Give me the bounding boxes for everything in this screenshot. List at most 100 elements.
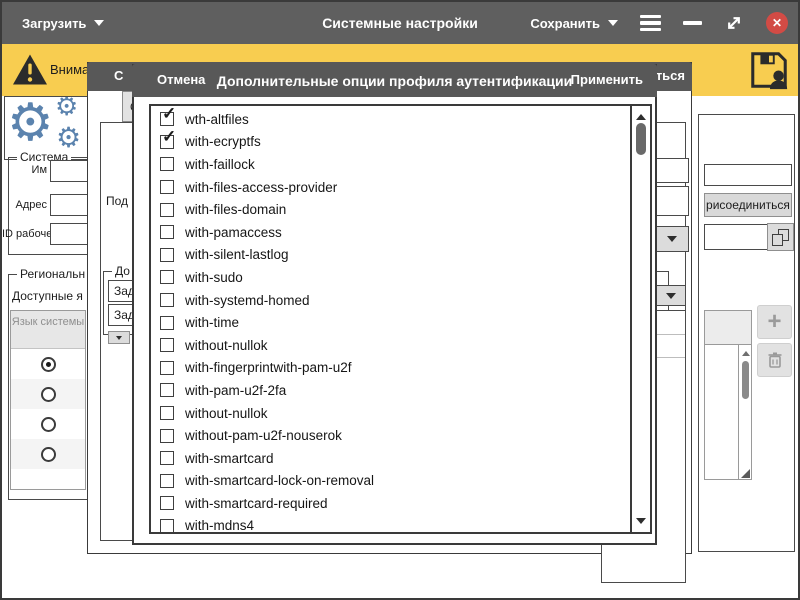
option-label: with-fingerprintwith-pam-u2f	[185, 360, 352, 375]
chevron-down-icon	[667, 236, 677, 242]
checkbox[interactable]	[160, 474, 174, 488]
language-table-header: Язык системы	[11, 311, 85, 349]
auth-options-modal-header: Отмена Дополнительные опции профиля ауте…	[132, 64, 657, 97]
option-label: wth-altfiles	[185, 112, 249, 127]
checkbox[interactable]	[160, 248, 174, 262]
available-languages-label: Доступные я	[12, 289, 83, 303]
option-row[interactable]: with-smartcard-required	[151, 492, 629, 515]
checkbox[interactable]	[160, 112, 174, 126]
checkbox[interactable]	[160, 316, 174, 330]
option-row[interactable]: with-files-domain	[151, 198, 629, 221]
option-label: with-faillock	[185, 157, 255, 172]
option-row[interactable]: with-time	[151, 311, 629, 334]
option-row[interactable]: with-mdns4	[151, 515, 629, 534]
option-row[interactable]: with-faillock	[151, 153, 629, 176]
checkbox[interactable]	[160, 203, 174, 217]
language-row[interactable]	[11, 379, 85, 409]
checkbox[interactable]	[160, 293, 174, 307]
join-button[interactable]: рисоединиться	[704, 193, 792, 217]
language-row[interactable]	[11, 439, 85, 469]
save-menu-label: Сохранить	[530, 16, 600, 31]
option-row[interactable]: with-smartcard	[151, 447, 629, 470]
option-label: with-smartcard	[185, 451, 274, 466]
checkbox[interactable]	[160, 451, 174, 465]
language-row[interactable]	[11, 349, 85, 379]
option-label: without-nullok	[185, 406, 268, 421]
titlebar-controls: Сохранить ✕	[530, 2, 788, 44]
option-label: with-pam-u2f-2fa	[185, 383, 286, 398]
option-row[interactable]: with-pam-u2f-2fa	[151, 379, 629, 402]
option-row[interactable]: with-systemd-homed	[151, 289, 629, 312]
option-row[interactable]: without-nullok	[151, 402, 629, 425]
checkbox[interactable]	[160, 157, 174, 171]
option-label: with-files-access-provider	[185, 180, 337, 195]
checkbox[interactable]	[160, 406, 174, 420]
scrollbar-up-icon[interactable]	[636, 114, 646, 120]
radio-button[interactable]	[41, 417, 56, 432]
checkbox[interactable]	[160, 225, 174, 239]
option-row[interactable]: wth-altfiles	[151, 108, 629, 131]
window-title: Системные настройки	[322, 15, 478, 31]
option-row[interactable]: with-ecryptfs	[151, 131, 629, 154]
checkbox[interactable]	[160, 519, 174, 533]
radio-button[interactable]	[41, 447, 56, 462]
domain-input[interactable]	[704, 164, 792, 186]
close-icon[interactable]: ✕	[766, 12, 788, 34]
option-label: with-pamaccess	[185, 225, 282, 240]
option-label: with-smartcard-lock-on-removal	[185, 473, 374, 488]
checkbox[interactable]	[160, 429, 174, 443]
name-label: Им	[2, 164, 47, 176]
scrollbar-down-icon[interactable]	[636, 518, 646, 524]
options-listbox: wth-altfiles with-ecryptfs with-faillock wi…	[149, 104, 652, 534]
option-row[interactable]: without-nullok	[151, 334, 629, 357]
radio-button[interactable]	[41, 387, 56, 402]
load-menu-button[interactable]: Загрузить	[22, 2, 104, 44]
load-menu-label: Загрузить	[22, 16, 86, 31]
apply-button[interactable]: Применить	[571, 72, 643, 87]
delete-button[interactable]	[757, 343, 792, 377]
trash-icon	[765, 350, 785, 370]
scrollbar-thumb[interactable]	[742, 361, 749, 399]
option-row[interactable]: with-fingerprintwith-pam-u2f	[151, 357, 629, 380]
dropdown-button[interactable]	[655, 227, 688, 251]
option-label: with-silent-lastlog	[185, 247, 289, 262]
minimize-icon[interactable]	[683, 21, 702, 25]
background-table-scrollbar[interactable]	[738, 345, 751, 479]
scrollbar-thumb[interactable]	[636, 123, 646, 155]
resize-icon[interactable]	[724, 13, 744, 33]
checkbox[interactable]	[160, 180, 174, 194]
option-row[interactable]: with-silent-lastlog	[151, 244, 629, 267]
option-label: with-sudo	[185, 270, 243, 285]
dropdown-button[interactable]	[655, 286, 685, 305]
language-row[interactable]	[11, 409, 85, 439]
checkbox[interactable]	[160, 383, 174, 397]
menu-icon[interactable]	[640, 15, 661, 32]
checkbox[interactable]	[160, 496, 174, 510]
copy-button[interactable]	[767, 223, 794, 251]
code-input[interactable]	[704, 224, 772, 250]
option-row[interactable]: with-files-access-provider	[151, 176, 629, 199]
checkbox[interactable]	[160, 361, 174, 375]
option-row[interactable]: with-pamaccess	[151, 221, 629, 244]
save-menu-button[interactable]: Сохранить	[530, 16, 618, 31]
option-row[interactable]: with-smartcard-lock-on-removal	[151, 470, 629, 493]
chevron-down-icon	[116, 336, 122, 340]
profile-dialog-title-fragment: С	[114, 68, 123, 83]
option-label: with-smartcard-required	[185, 496, 328, 511]
titlebar: Загрузить Системные настройки Сохранить …	[2, 2, 798, 44]
radio-button[interactable]	[41, 357, 56, 372]
mini-dropdown-button[interactable]	[108, 331, 130, 344]
options-scrollbar[interactable]	[630, 106, 650, 532]
option-row[interactable]: with-sudo	[151, 266, 629, 289]
option-label: with-files-domain	[185, 202, 286, 217]
checkbox[interactable]	[160, 338, 174, 352]
address-label: Адрес	[2, 199, 47, 211]
add-button[interactable]: +	[757, 305, 792, 339]
resize-grip-icon[interactable]	[741, 469, 750, 478]
option-row[interactable]: without-pam-u2f-nouserok	[151, 424, 629, 447]
cancel-button[interactable]: Отмена	[157, 72, 205, 87]
scrollbar-up-icon[interactable]	[742, 351, 750, 356]
checkbox[interactable]	[160, 135, 174, 149]
checkbox[interactable]	[160, 270, 174, 284]
language-table: Язык системы	[10, 310, 86, 490]
